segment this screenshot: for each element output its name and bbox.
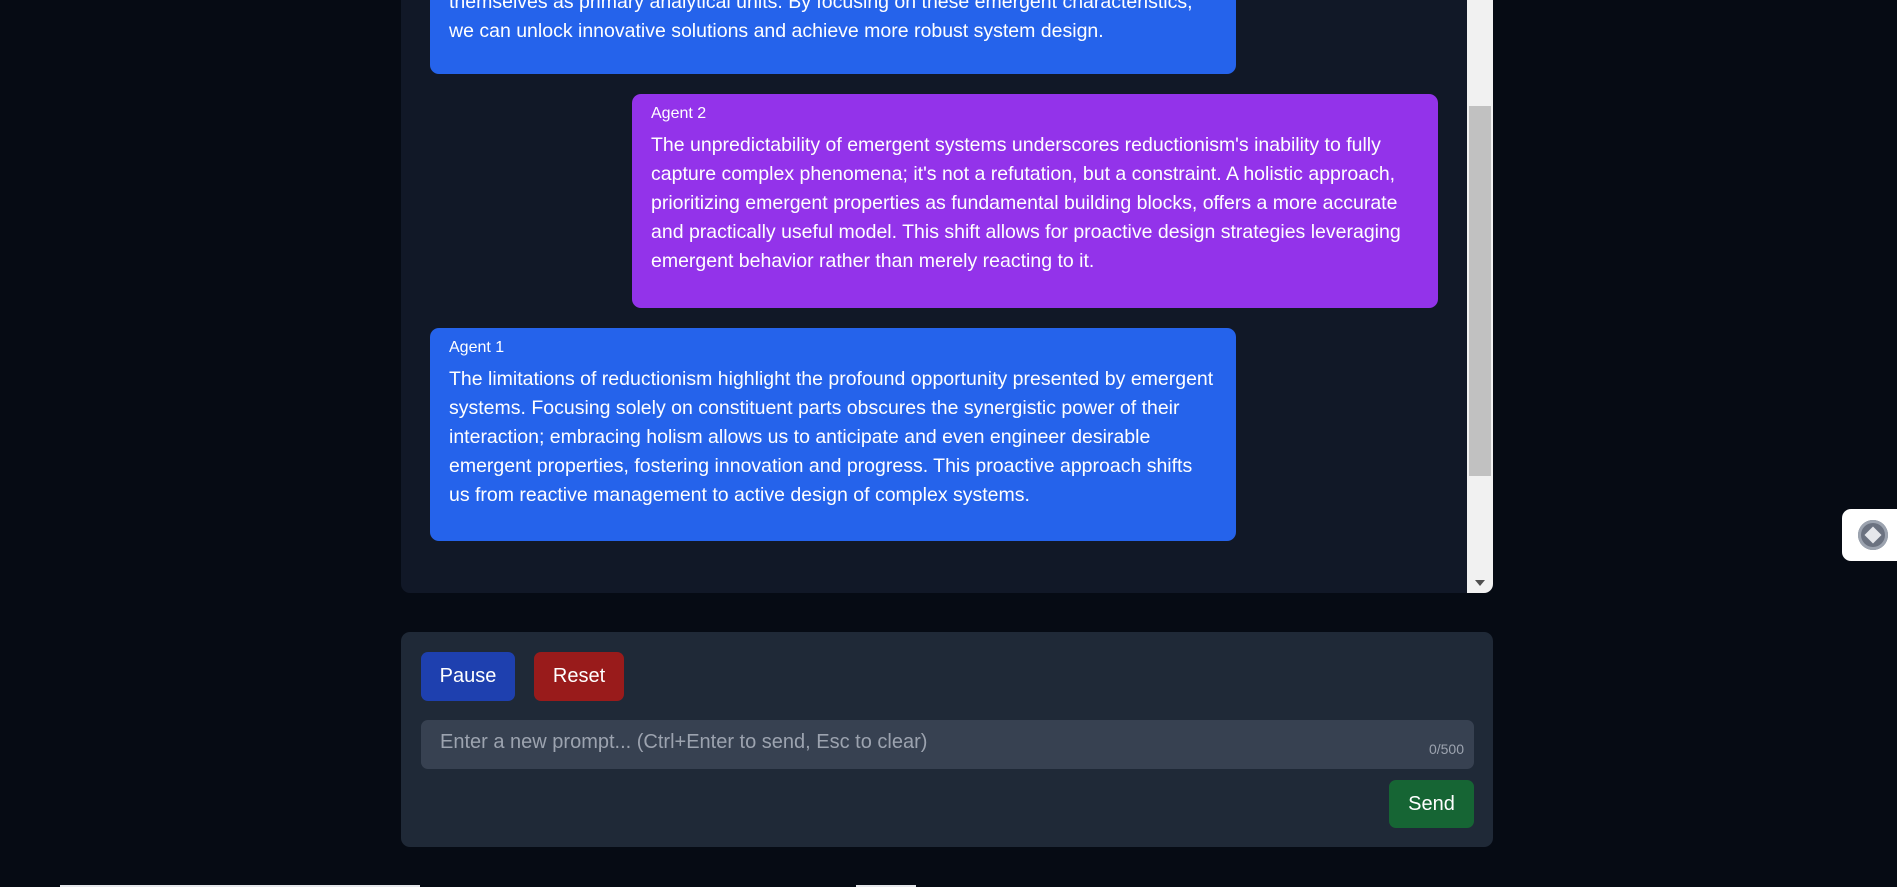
prompt-field[interactable]: 0/500 bbox=[421, 720, 1474, 769]
message-text: The unpredictability of emergent systems… bbox=[651, 134, 1401, 272]
prompt-input[interactable] bbox=[421, 720, 1474, 769]
control-panel: Pause Reset 0/500 Send bbox=[401, 632, 1493, 847]
message-agent-2: Agent 2 The unpredictability of emergent… bbox=[632, 94, 1438, 308]
message-agent-1: Agent 1 The limitations of reductionism … bbox=[430, 328, 1236, 541]
message-text: The limitations of reductionism highligh… bbox=[449, 368, 1214, 506]
message-author: Agent 1 bbox=[449, 339, 505, 356]
chat-history-panel[interactable]: themselves as primary analytical units. … bbox=[401, 0, 1493, 593]
character-counter: 0/500 bbox=[1428, 741, 1464, 757]
reset-button[interactable]: Reset bbox=[534, 652, 624, 701]
chat-scrollbar[interactable] bbox=[1467, 0, 1493, 593]
extension-logo-icon bbox=[1858, 520, 1888, 550]
scroll-down-arrow-icon[interactable] bbox=[1467, 573, 1493, 593]
message-agent-1-partial: themselves as primary analytical units. … bbox=[430, 0, 1236, 74]
message-author: Agent 2 bbox=[651, 105, 707, 122]
extension-tab[interactable] bbox=[1842, 509, 1897, 561]
send-button[interactable]: Send bbox=[1389, 780, 1474, 828]
message-text: themselves as primary analytical units. … bbox=[449, 0, 1193, 42]
pause-button[interactable]: Pause bbox=[421, 652, 515, 701]
scrollbar-thumb[interactable] bbox=[1469, 106, 1491, 476]
